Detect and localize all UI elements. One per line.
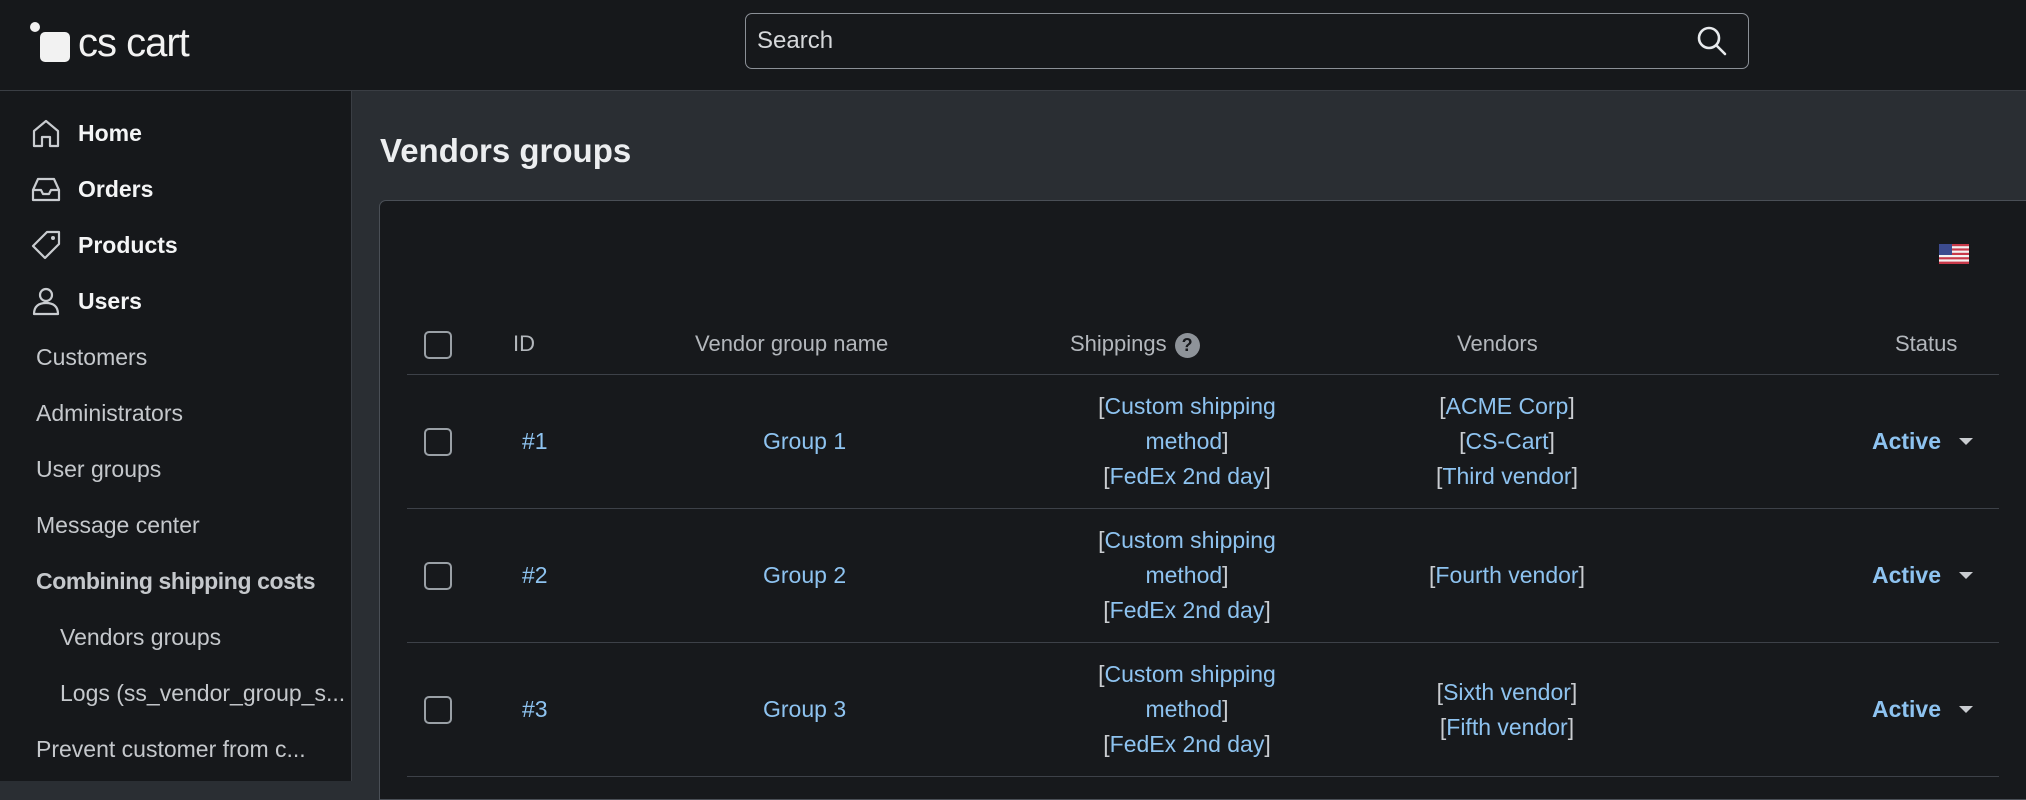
sidebar-item-products[interactable]: Products [0,217,352,273]
sidebar-item-customers[interactable]: Customers [0,329,352,385]
sidebar-item-label: Prevent customer from c... [36,735,306,762]
sidebar-item-label: Orders [78,175,154,202]
status-dropdown[interactable]: Active [1872,562,1973,589]
row-vendors: [ACME Corp] [CS-Cart] [Third vendor] [1436,393,1578,489]
sidebar-item-prevent-customer[interactable]: Prevent customer from c... [0,721,352,777]
row-shippings: [Custom shipping method] [FedEx 2nd day] [1098,661,1276,757]
caret-down-icon [1959,438,1973,445]
sidebar-item-home[interactable]: Home [0,105,352,161]
sidebar: Home Orders Products Users Customers Adm… [0,91,352,781]
status-label: Active [1871,562,1941,588]
row-shippings: [Custom shipping method] [FedEx 2nd day] [1098,393,1276,489]
caret-down-icon [1959,706,1973,713]
row-id-link[interactable]: #3 [522,696,548,723]
logo-mark-icon [30,20,72,66]
vendor-link[interactable]: CS-Cart [1465,428,1548,454]
shipping-link[interactable]: FedEx 2nd day [1110,597,1265,623]
column-header-id[interactable]: ID [513,331,535,357]
sidebar-item-user-groups[interactable]: User groups [0,441,352,497]
home-icon [30,117,62,149]
sidebar-item-combining-shipping-costs[interactable]: Combining shipping costs [0,553,352,609]
help-icon[interactable]: ? [1174,332,1200,358]
row-vendors: [Sixth vendor] [Fifth vendor] [1436,679,1578,740]
table-header: ID Vendor group name Shippings? Vendors … [407,315,1999,375]
sidebar-item-label: Vendors groups [60,623,222,650]
shipping-link[interactable]: FedEx 2nd day [1110,731,1265,757]
row-name-link[interactable]: Group 1 [763,428,846,455]
shipping-link[interactable]: Custom shipping [1105,527,1276,553]
sidebar-item-label: Users [78,287,142,314]
status-dropdown[interactable]: Active [1872,696,1973,723]
table-row: #1 Group 1 [Custom shipping method] [Fed… [407,375,1999,509]
column-header-status: Status [1895,331,1958,356]
sidebar-item-vendors-groups[interactable]: Vendors groups [0,609,352,665]
shipping-link[interactable]: Custom shipping [1105,393,1276,419]
user-icon [30,285,62,317]
sidebar-item-label: Home [78,119,142,146]
sidebar-item-logs[interactable]: Logs (ss_vendor_group_s... [0,665,352,721]
row-checkbox[interactable] [424,696,452,724]
vendor-link[interactable]: Third vendor [1442,463,1571,489]
page-title: Vendors groups [380,132,632,169]
top-bar: cs cart [0,0,2026,91]
logo-text: cs cart [78,21,190,65]
sidebar-item-label: Message center [36,511,200,538]
search-box [745,13,1749,69]
row-checkbox[interactable] [424,428,452,456]
inbox-icon [30,173,62,205]
search-icon[interactable] [1676,14,1748,68]
status-label: Active [1871,428,1941,454]
table-row: #2 Group 2 [Custom shipping method] [Fed… [407,509,1999,643]
shipping-link[interactable]: FedEx 2nd day [1110,463,1265,489]
sidebar-item-orders[interactable]: Orders [0,161,352,217]
caret-down-icon [1959,572,1973,579]
sidebar-item-label: User groups [36,455,162,482]
status-label: Active [1871,696,1941,722]
search-input[interactable] [746,14,1676,68]
us-flag-icon[interactable] [1939,244,1969,264]
column-header-shippings: Shippings? [1070,331,1200,358]
row-checkbox[interactable] [424,562,452,590]
shipping-link[interactable]: method [1145,562,1222,588]
status-dropdown[interactable]: Active [1872,428,1973,455]
column-header-vendors: Vendors [1457,331,1538,356]
column-header-name[interactable]: Vendor group name [695,331,888,357]
row-vendors: [Fourth vendor] [1429,562,1585,588]
row-id-link[interactable]: #2 [522,562,548,589]
shipping-link[interactable]: method [1145,428,1222,454]
row-name-link[interactable]: Group 3 [763,696,846,723]
row-shippings: [Custom shipping method] [FedEx 2nd day] [1098,527,1276,623]
table-row: #3 Group 3 [Custom shipping method] [Fed… [407,643,1999,777]
sidebar-item-administrators[interactable]: Administrators [0,385,352,441]
sidebar-item-users[interactable]: Users [0,273,352,329]
vendor-link[interactable]: ACME Corp [1446,393,1569,419]
vendor-link[interactable]: Sixth vendor [1443,679,1571,705]
sidebar-item-message-center[interactable]: Message center [0,497,352,553]
column-header-shippings-label: Shippings [1070,331,1167,356]
sidebar-item-label: Products [78,231,178,258]
sidebar-item-label: Logs (ss_vendor_group_s... [60,679,346,706]
row-name-link[interactable]: Group 2 [763,562,846,589]
select-all-checkbox[interactable] [424,331,452,359]
tag-icon [30,229,62,261]
shipping-link[interactable]: method [1145,696,1222,722]
row-id-link[interactable]: #1 [522,428,548,455]
shipping-link[interactable]: Custom shipping [1105,661,1276,687]
sidebar-item-label: Combining shipping costs [36,567,316,594]
sidebar-item-label: Administrators [36,399,183,426]
cs-cart-logo[interactable]: cs cart [30,18,190,68]
vendor-link[interactable]: Fourth vendor [1435,562,1578,588]
vendor-link[interactable]: Fifth vendor [1446,714,1567,740]
sidebar-item-label: Customers [36,343,148,370]
